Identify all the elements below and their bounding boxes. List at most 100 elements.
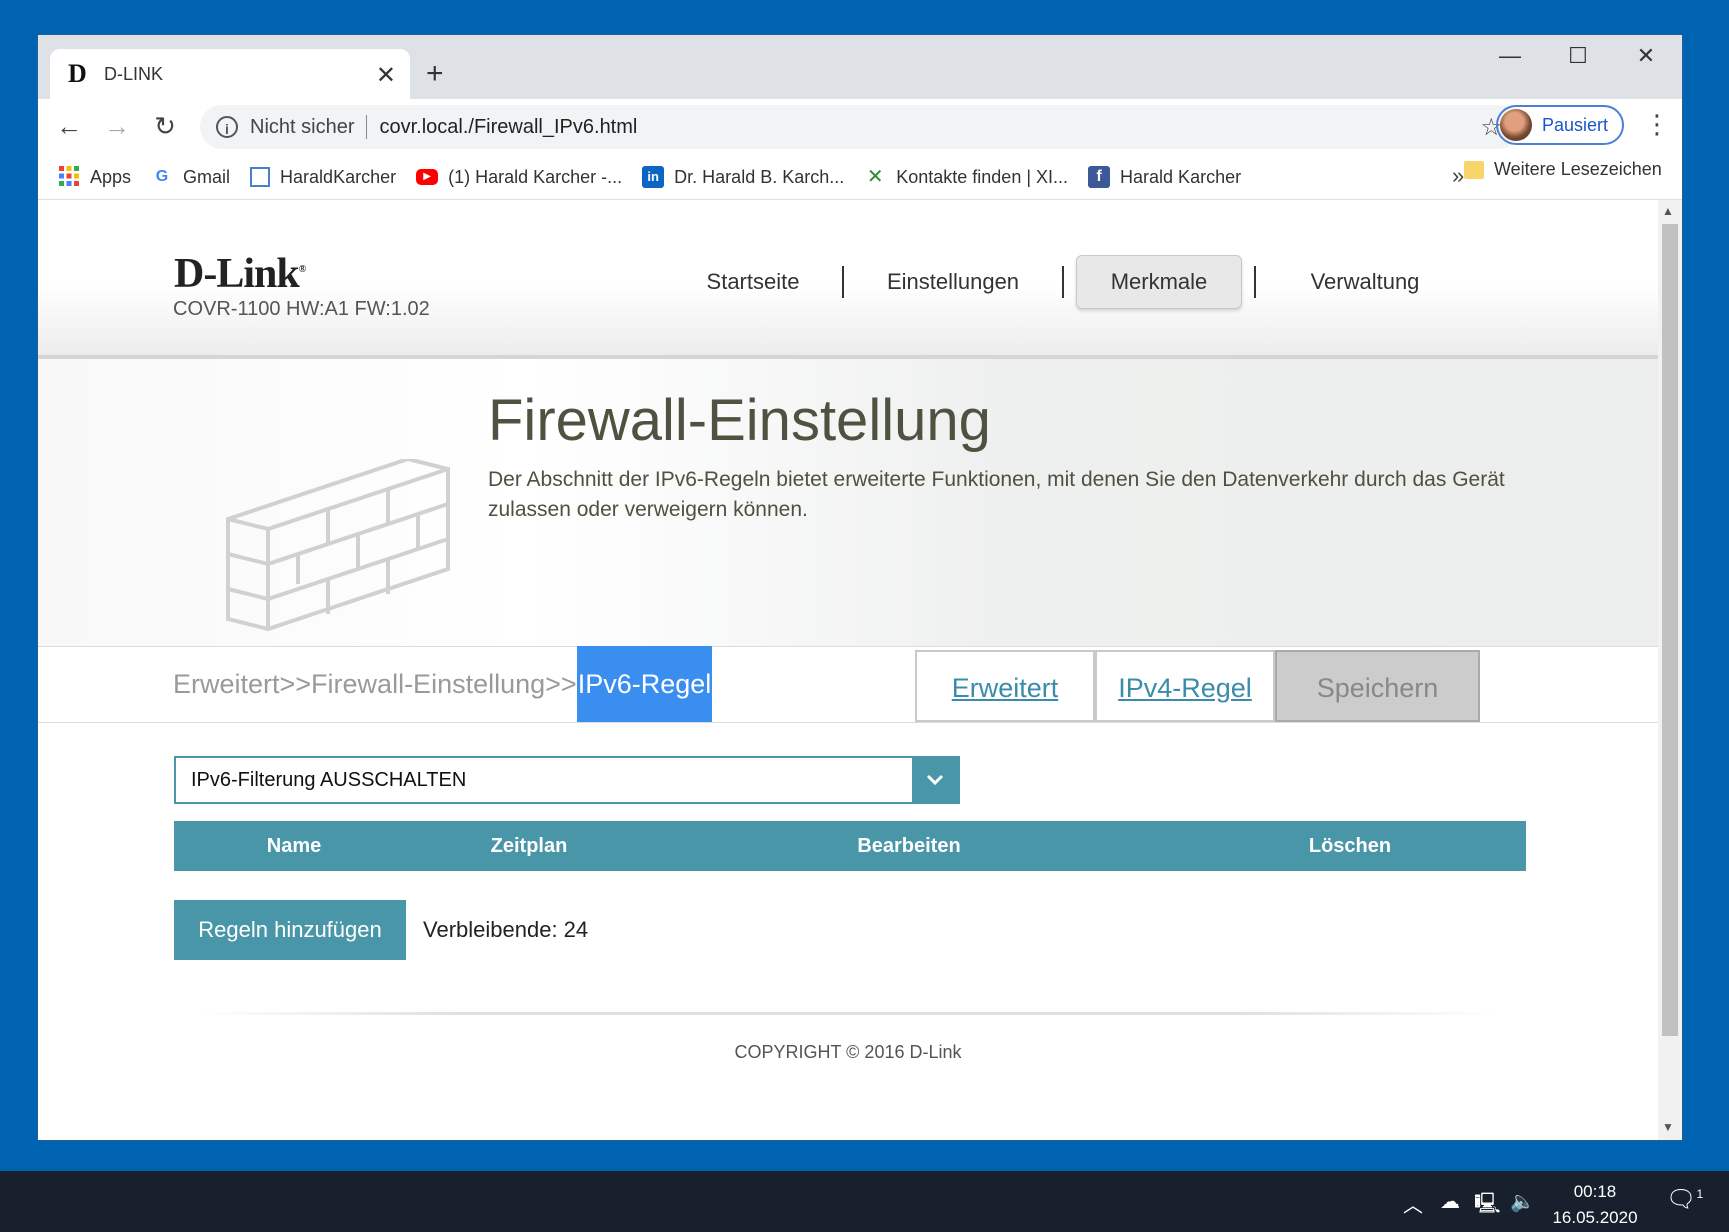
tab-strip: D D-LINK ✕ + — ☐ ✕	[38, 35, 1682, 99]
bookmark-facebook[interactable]: f Harald Karcher	[1088, 166, 1241, 188]
bookmark-label: Kontakte finden | XI...	[896, 166, 1069, 187]
menu-dots-icon[interactable]: ⋮	[1644, 109, 1670, 140]
address-separator	[366, 115, 368, 139]
show-hidden-icons-icon[interactable]: ︿	[1403, 1189, 1423, 1218]
page-banner: Firewall-Einstellung Der Abschnitt der I…	[38, 359, 1658, 647]
bookmark-folder-other[interactable]: Weitere Lesezeichen	[1464, 159, 1662, 180]
avatar	[1500, 109, 1532, 141]
profile-button[interactable]: Pausiert	[1496, 105, 1624, 145]
vertical-scrollbar[interactable]: ▲ ▼	[1658, 200, 1682, 1140]
registered-mark: ®	[298, 264, 307, 275]
bookmark-apps[interactable]: Apps	[58, 166, 131, 188]
chevron-down-icon[interactable]	[912, 758, 958, 802]
column-name: Name	[266, 835, 322, 857]
page-title: Firewall-Einstellung	[488, 388, 991, 453]
bookmark-youtube[interactable]: ▶ (1) Harald Karcher -...	[416, 167, 622, 188]
column-zeitplan: Zeitplan	[490, 835, 568, 857]
profile-status: Pausiert	[1542, 114, 1609, 135]
bookmark-haraldkarcher[interactable]: HaraldKarcher	[250, 167, 396, 188]
select-value: IPv6-Filterung AUSSCHALTEN	[191, 769, 467, 791]
new-tab-icon[interactable]: +	[426, 57, 444, 91]
bookmark-label: Harald Karcher	[1120, 166, 1242, 187]
device-model: COVR-1100 HW:A1 FW:1.02	[173, 298, 430, 320]
nav-verwaltung[interactable]: Verwaltung	[1260, 256, 1470, 308]
breadcrumb: Erweitert>>Firewall-Einstellung>> IPv6-R…	[173, 646, 713, 722]
bookmark-xing[interactable]: ✕ Kontakte finden | XI...	[864, 166, 1068, 188]
bookmark-label: Apps	[90, 166, 132, 187]
dlink-favicon-icon: D	[68, 59, 87, 88]
footer-divider	[198, 1012, 1498, 1015]
maximize-icon[interactable]: ☐	[1558, 43, 1598, 69]
site-header: D-Link® COVR-1100 HW:A1 FW:1.02 Startsei…	[38, 200, 1658, 359]
scroll-down-icon[interactable]: ▼	[1662, 1120, 1674, 1134]
main-nav: Startseite Einstellungen Merkmale Verwal…	[668, 255, 1470, 309]
logo-text: D-Link	[174, 251, 300, 297]
scroll-up-icon[interactable]: ▲	[1662, 204, 1674, 218]
bookmark-gmail[interactable]: G Gmail	[151, 166, 230, 188]
nav-einstellungen[interactable]: Einstellungen	[848, 256, 1058, 308]
youtube-icon: ▶	[416, 169, 439, 185]
notifications-icon[interactable]: 🗨1	[1666, 1185, 1703, 1214]
clock-time: 00:18	[1573, 1182, 1617, 1201]
taskbar: ︿ ☁ 🖳 🔈 00:18 16.05.2020 🗨1	[0, 1171, 1729, 1232]
facebook-icon: f	[1088, 166, 1111, 188]
column-bearbeiten: Bearbeiten	[857, 835, 961, 857]
bookmark-label: Gmail	[183, 166, 231, 187]
bookmark-label: HaraldKarcher	[280, 166, 397, 187]
back-icon[interactable]: ←	[52, 111, 86, 142]
close-tab-icon[interactable]: ✕	[376, 61, 396, 90]
minimize-icon[interactable]: —	[1490, 43, 1530, 69]
rules-table-header: Name Zeitplan Bearbeiten Löschen	[174, 821, 1526, 871]
apps-grid-icon	[58, 166, 80, 188]
column-loeschen: Löschen	[1308, 835, 1392, 857]
network-icon[interactable]: 🖳	[1474, 1189, 1501, 1223]
nav-divider	[1062, 266, 1064, 298]
copyright: COPYRIGHT © 2016 D-Link	[734, 1042, 962, 1062]
bookmark-label: (1) Harald Karcher -...	[448, 166, 623, 187]
save-button[interactable]: Speichern	[1275, 650, 1480, 722]
tab-title: D-LINK	[104, 63, 164, 84]
bookmark-linkedin[interactable]: in Dr. Harald B. Karch...	[642, 166, 844, 188]
page-description: Der Abschnitt der IPv6-Regeln bietet erw…	[488, 468, 1505, 521]
linkedin-icon: in	[642, 166, 665, 188]
close-window-icon[interactable]: ✕	[1626, 43, 1666, 69]
xing-icon: ✕	[866, 166, 884, 188]
bookmark-folder-label: Weitere Lesezeichen	[1494, 159, 1662, 179]
system-clock[interactable]: 00:18 16.05.2020	[1540, 1179, 1650, 1231]
reload-icon[interactable]: ↻	[148, 111, 182, 142]
page-icon	[250, 167, 271, 187]
advanced-link-button[interactable]: Erweitert	[915, 650, 1095, 722]
bookmark-label: Dr. Harald B. Karch...	[674, 166, 845, 187]
volume-icon[interactable]: 🔈	[1510, 1189, 1535, 1214]
bookmarks-bar: Apps G Gmail HaraldKarcher ▶ (1) Harald …	[38, 155, 1682, 200]
address-bar[interactable]: i Nicht sicher covr.local./Firewall_IPv6…	[200, 105, 1520, 149]
nav-startseite[interactable]: Startseite	[668, 256, 838, 308]
browser-window: D D-LINK ✕ + — ☐ ✕ ← → ↻ i Nicht sicher …	[38, 35, 1682, 1140]
breadcrumb-path: Erweitert>>Firewall-Einstellung>>	[173, 668, 577, 699]
web-page: D-Link® COVR-1100 HW:A1 FW:1.02 Startsei…	[38, 200, 1658, 1140]
url-text[interactable]: covr.local./Firewall_IPv6.html	[379, 116, 637, 139]
browser-tab[interactable]: D D-LINK ✕	[50, 49, 410, 99]
ipv4-rule-link-button[interactable]: IPv4-Regel	[1095, 650, 1275, 722]
notification-count: 1	[1696, 1187, 1704, 1201]
firewall-brick-icon	[226, 459, 450, 632]
remaining-count: Verbleibende: 24	[423, 917, 589, 942]
browser-toolbar: ← → ↻ i Nicht sicher covr.local./Firewal…	[38, 99, 1682, 155]
clock-date: 16.05.2020	[1552, 1208, 1638, 1227]
onedrive-cloud-icon[interactable]: ☁	[1440, 1189, 1460, 1214]
folder-icon	[1464, 160, 1484, 179]
nav-divider	[1254, 266, 1256, 298]
breadcrumb-bar: Erweitert>>Firewall-Einstellung>> IPv6-R…	[38, 646, 1658, 723]
ipv6-filter-select[interactable]: IPv6-Filterung AUSSCHALTEN	[174, 756, 960, 804]
more-bookmarks-icon[interactable]: »	[1452, 163, 1464, 189]
scroll-thumb[interactable]	[1662, 224, 1678, 1036]
forward-icon[interactable]: →	[100, 111, 134, 142]
breadcrumb-current: IPv6-Regel	[576, 646, 713, 722]
dlink-logo: D-Link®	[174, 250, 307, 298]
nav-divider	[842, 266, 844, 298]
add-rules-button[interactable]: Regeln hinzufügen	[174, 900, 406, 960]
security-label[interactable]: Nicht sicher	[250, 116, 354, 139]
nav-merkmale[interactable]: Merkmale	[1076, 255, 1242, 309]
info-icon[interactable]: i	[216, 116, 238, 138]
google-icon: G	[155, 168, 169, 185]
